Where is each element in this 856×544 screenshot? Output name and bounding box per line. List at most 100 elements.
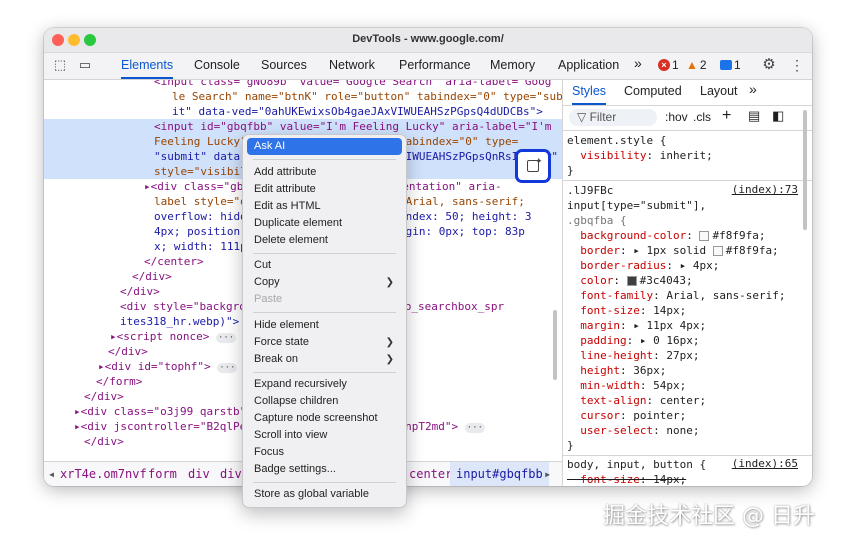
tab-console[interactable]: Console [194,58,240,79]
menu-item-edit-as-html[interactable]: Edit as HTML [247,198,402,215]
style-declaration[interactable]: margin: ▸ 11px 4px; [567,318,812,333]
more-styles-tabs-button[interactable]: » [749,81,757,97]
tab-application[interactable]: Application [558,58,619,79]
breadcrumb-item[interactable]: div [188,467,210,481]
tab-styles[interactable]: Styles [572,84,607,105]
menu-item-hide-element[interactable]: Hide element [247,317,402,334]
color-swatch[interactable] [626,276,637,286]
paint-icon[interactable]: ▤ [748,108,760,124]
window-title: DevTools - www.google.com/ [352,33,504,45]
style-rule-selector[interactable]: element.style { [567,133,812,148]
new-rule-button[interactable]: + [722,107,731,125]
style-declaration[interactable]: min-width: 54px; [567,378,812,393]
style-declaration[interactable]: font-size: 14px; [567,303,812,318]
tab-network[interactable]: Network [329,58,375,79]
tab-memory[interactable]: Memory [490,58,535,79]
elements-scrollbar[interactable] [553,310,557,380]
styles-pane: Styles Computed Layout » ▽ Filter :hov .… [563,80,812,486]
tree-line[interactable]: it" data-ved="0ahUKEwixsOb4gaeJAxVIWUEAH… [44,104,562,119]
messages-count: 1 [734,58,741,72]
menu-item-add-attribute[interactable]: Add attribute [247,164,402,181]
rule-separator [563,455,812,456]
message-icon [720,60,732,70]
style-declaration[interactable]: border: ▸ 1px solid #f8f9fa; [567,243,812,258]
menu-item-expand-recursively[interactable]: Expand recursively [247,376,402,393]
style-declaration[interactable]: text-align: center; [567,393,812,408]
color-swatch[interactable] [699,231,710,241]
menu-item-capture-node-screenshot[interactable]: Capture node screenshot [247,410,402,427]
breadcrumb-item[interactable]: form [148,467,177,481]
chevron-right-icon: ❯ [385,337,394,348]
menu-item-duplicate-element[interactable]: Duplicate element [247,215,402,232]
menu-item-break-on[interactable]: Break on ❯ [247,351,402,368]
style-rule-selector[interactable]: .gbqfba { [567,213,812,228]
style-declaration[interactable]: height: 36px; [567,363,812,378]
style-declaration[interactable]: border-radius: ▸ 4px; [567,258,812,273]
settings-icon[interactable]: ⚙ [760,55,778,73]
menu-item-copy[interactable]: Copy ❯ [247,274,402,291]
breadcrumb-item-active[interactable]: input#gbqfbb [450,462,549,486]
style-declaration[interactable]: user-select: none; [567,423,812,438]
tree-line-selected[interactable]: <input id="gbqfbb" value="I'm Feeling Lu… [44,119,562,134]
more-tabs-button[interactable]: » [634,55,642,76]
collapsed-ellipsis[interactable]: ··· [215,333,237,343]
hov-toggle[interactable]: :hov [665,110,688,124]
kebab-menu-icon[interactable]: ⋮ [788,57,806,75]
breadcrumb-item[interactable]: center [409,467,452,481]
menu-item-ask-ai[interactable]: Ask AI [247,138,402,155]
menu-item-cut[interactable]: Cut [247,257,402,274]
tab-layout[interactable]: Layout [700,84,738,98]
style-declaration[interactable]: font-family: Arial, sans-serif; [567,288,812,303]
tab-sources[interactable]: Sources [261,58,307,79]
menu-item-scroll-into-view[interactable]: Scroll into view [247,427,402,444]
menu-separator [253,159,396,160]
warnings-count: 2 [699,58,707,72]
breadcrumb-scroll-left-icon[interactable]: ◂ [48,467,55,481]
filter-icon: ▽ [577,110,590,124]
breadcrumb-item[interactable]: xrT4e.om7nvf [60,467,147,481]
style-declaration[interactable]: line-height: 27px; [567,348,812,363]
warning-icon: ▲ [686,58,698,72]
style-source-link[interactable]: (index):65 [732,457,798,470]
styles-tabs: Styles Computed Layout » [563,80,812,106]
toggle-sidebar-icon[interactable]: ◧ [772,108,784,124]
menu-item-edit-attribute[interactable]: Edit attribute [247,181,402,198]
style-declaration[interactable]: background-color: #f8f9fa; [567,228,812,243]
style-declaration[interactable]: padding: ▸ 0 16px; [567,333,812,348]
messages-badge[interactable]: 1 [720,58,741,72]
menu-item-collapse-children[interactable]: Collapse children [247,393,402,410]
device-toolbar-icon[interactable]: ▭ [76,57,94,75]
errors-badge[interactable]: × 1 [658,58,679,72]
filter-input[interactable]: ▽ Filter [569,109,657,126]
style-source-link[interactable]: (index):73 [732,183,798,196]
menu-item-badge-settings[interactable]: Badge settings... [247,461,402,478]
collapsed-ellipsis[interactable]: ··· [217,363,238,373]
rule-separator [563,180,812,181]
style-declaration[interactable]: visibility: inherit; [567,148,812,163]
inspect-icon[interactable]: ⬚ [51,57,69,75]
tab-performance[interactable]: Performance [399,58,471,79]
style-rule-selector[interactable]: input[type="submit"], [567,198,812,213]
ai-assistance-button[interactable]: ✦ [515,149,551,183]
breadcrumb-scroll-right-icon[interactable]: ▸ [544,467,551,481]
styles-scrollbar[interactable] [803,110,807,230]
menu-item-delete-element[interactable]: Delete element [247,232,402,249]
chevron-right-icon: ❯ [385,354,394,365]
tree-line[interactable]: <input class="gNO89b" value="Google Sear… [44,80,562,89]
menu-separator [253,372,396,373]
menu-item-focus[interactable]: Focus [247,444,402,461]
warnings-badge[interactable]: ▲ 2 [686,58,707,72]
style-declaration[interactable]: color: #3c4043; [567,273,812,288]
menu-item-store-as-global-variable[interactable]: Store as global variable [247,486,402,503]
collapsed-ellipsis[interactable]: ··· [464,423,485,433]
cls-toggle[interactable]: .cls [693,110,711,124]
overridden-declaration[interactable]: font-size: 14px; [567,472,812,486]
tab-elements[interactable]: Elements [121,58,174,79]
sparkle-icon: ✦ [535,156,543,166]
tab-computed[interactable]: Computed [624,84,682,98]
tree-line[interactable]: le Search" name="btnK" role="button" tab… [44,89,562,104]
title-bar: DevTools - www.google.com/ [44,28,812,53]
menu-item-force-state[interactable]: Force state ❯ [247,334,402,351]
color-swatch[interactable] [712,246,723,256]
style-declaration[interactable]: cursor: pointer; [567,408,812,423]
